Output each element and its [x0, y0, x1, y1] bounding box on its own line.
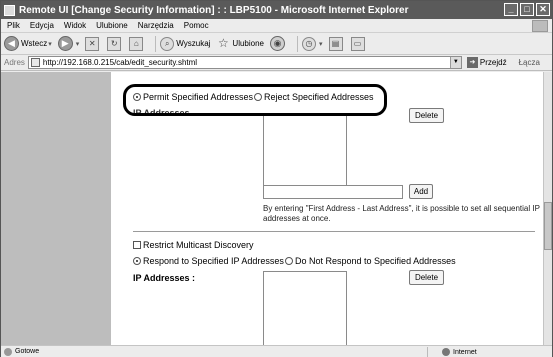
ip-addresses-heading: IP Addresses :: [133, 273, 196, 283]
toolbar-separator: [155, 35, 157, 52]
not-respond-option[interactable]: Do Not Respond to Specified Addresses: [285, 256, 456, 266]
menu-help[interactable]: Pomoc: [184, 21, 209, 30]
history-dropdown-icon: ▾: [319, 40, 323, 48]
windows-logo-icon: [532, 20, 548, 32]
edit-button[interactable]: ▭: [350, 36, 367, 51]
back-button[interactable]: ◀ Wstecz ▾: [4, 36, 52, 51]
address-url: http://192.168.0.215/cab/edit_security.s…: [42, 58, 198, 67]
maximize-button[interactable]: □: [520, 3, 534, 16]
address-bar: Adres http://192.168.0.215/cab/edit_secu…: [1, 55, 552, 71]
edit-icon: ▭: [350, 36, 365, 51]
menu-file[interactable]: Plik: [7, 21, 20, 30]
not-respond-radio[interactable]: [285, 257, 293, 265]
stop-button[interactable]: ✕: [85, 36, 101, 51]
print-button[interactable]: ▤: [328, 36, 345, 51]
not-respond-label: Do Not Respond to Specified Addresses: [295, 256, 456, 266]
minimize-button[interactable]: _: [504, 3, 518, 16]
scroll-thumb[interactable]: [544, 202, 552, 250]
range-hint-line2: addresses at once.: [263, 214, 331, 223]
forward-dropdown-icon: ▾: [75, 40, 80, 48]
menu-view[interactable]: Widok: [64, 21, 86, 30]
add-button[interactable]: Add: [409, 184, 433, 199]
history-button[interactable]: ◷ ▾: [302, 36, 323, 51]
respond-radio[interactable]: [133, 257, 141, 265]
home-button[interactable]: ⌂: [129, 36, 145, 51]
search-button[interactable]: ⌕ Wyszukaj: [160, 36, 211, 51]
history-icon: ◷: [302, 36, 316, 51]
toolbar-separator-2: [297, 35, 298, 52]
menu-edit[interactable]: Edycja: [30, 21, 54, 30]
home-icon: ⌂: [129, 36, 144, 51]
permit-address-list[interactable]: [263, 114, 347, 190]
browser-window: Remote UI [Change Security Information] …: [0, 0, 553, 357]
back-arrow-icon: ◀: [4, 36, 19, 51]
multicast-checkbox[interactable]: [133, 241, 141, 249]
window-controls: _ □ ✕: [504, 3, 550, 16]
search-icon: ⌕: [160, 36, 175, 51]
ie-app-icon: [4, 4, 15, 16]
multicast-label: Restrict Multicast Discovery: [143, 240, 254, 250]
refresh-icon: ↻: [107, 36, 122, 51]
left-nav-panel: [1, 72, 111, 345]
multicast-option[interactable]: Restrict Multicast Discovery: [133, 240, 254, 250]
go-arrow-icon: ➜: [466, 57, 478, 68]
address-field[interactable]: http://192.168.0.215/cab/edit_security.s…: [27, 56, 462, 69]
page-status-icon: [4, 347, 12, 356]
delete-button[interactable]: Delete: [409, 108, 444, 123]
respond-option[interactable]: Respond to Specified IP Addresses: [133, 256, 284, 266]
toolbar: ◀ Wstecz ▾ ▶ ▾ ✕ ↻ ⌂ ⌕ Wyszukaj ☆ Ulubio…: [1, 33, 552, 55]
search-label: Wyszukaj: [176, 39, 211, 48]
back-dropdown-icon: ▾: [48, 40, 52, 48]
go-label: Przejdź: [479, 58, 507, 67]
media-icon: ◉: [270, 36, 285, 51]
title-bar: Remote UI [Change Security Information] …: [1, 1, 552, 19]
globe-icon: [442, 348, 450, 356]
print-icon: ▤: [328, 36, 343, 51]
zone-label: Internet: [453, 348, 477, 356]
security-zone: Internet: [427, 347, 477, 357]
status-bar: Gotowe Internet: [1, 345, 552, 357]
menu-tools[interactable]: Narzędzia: [138, 21, 174, 30]
go-button[interactable]: ➜ Przejdź: [466, 57, 507, 68]
refresh-button[interactable]: ↻: [107, 36, 123, 51]
close-button[interactable]: ✕: [536, 3, 550, 16]
delete-button-2[interactable]: Delete: [409, 270, 444, 285]
forward-button[interactable]: ▶ ▾: [57, 36, 80, 51]
links-label[interactable]: Łącza: [519, 58, 540, 67]
address-entry-input[interactable]: [263, 185, 403, 199]
forward-arrow-icon: ▶: [57, 36, 73, 51]
range-hint-line1: By entering "First Address - Last Addres…: [263, 204, 540, 213]
menu-favorites[interactable]: Ulubione: [96, 21, 128, 30]
star-icon: ☆: [218, 35, 229, 50]
back-label: Wstecz: [21, 39, 48, 48]
highlight-callout: [123, 84, 387, 116]
address-label: Adres: [4, 58, 25, 67]
favorites-label: Ulubione: [232, 39, 264, 48]
stop-icon: ✕: [85, 36, 100, 51]
address-dropdown-icon[interactable]: ▼: [449, 57, 461, 68]
status-text: Gotowe: [15, 348, 40, 355]
favorites-button[interactable]: ☆ Ulubione: [216, 37, 264, 51]
vertical-scrollbar[interactable]: [543, 72, 552, 345]
menu-bar: Plik Edycja Widok Ulubione Narzędzia Pom…: [1, 19, 552, 33]
section-divider: [133, 231, 535, 232]
window-title: Remote UI [Change Security Information] …: [19, 4, 409, 16]
media-button[interactable]: ◉: [270, 36, 287, 51]
multicast-address-list[interactable]: [263, 271, 347, 345]
respond-label: Respond to Specified IP Addresses: [143, 256, 284, 266]
page-icon: [30, 58, 40, 67]
